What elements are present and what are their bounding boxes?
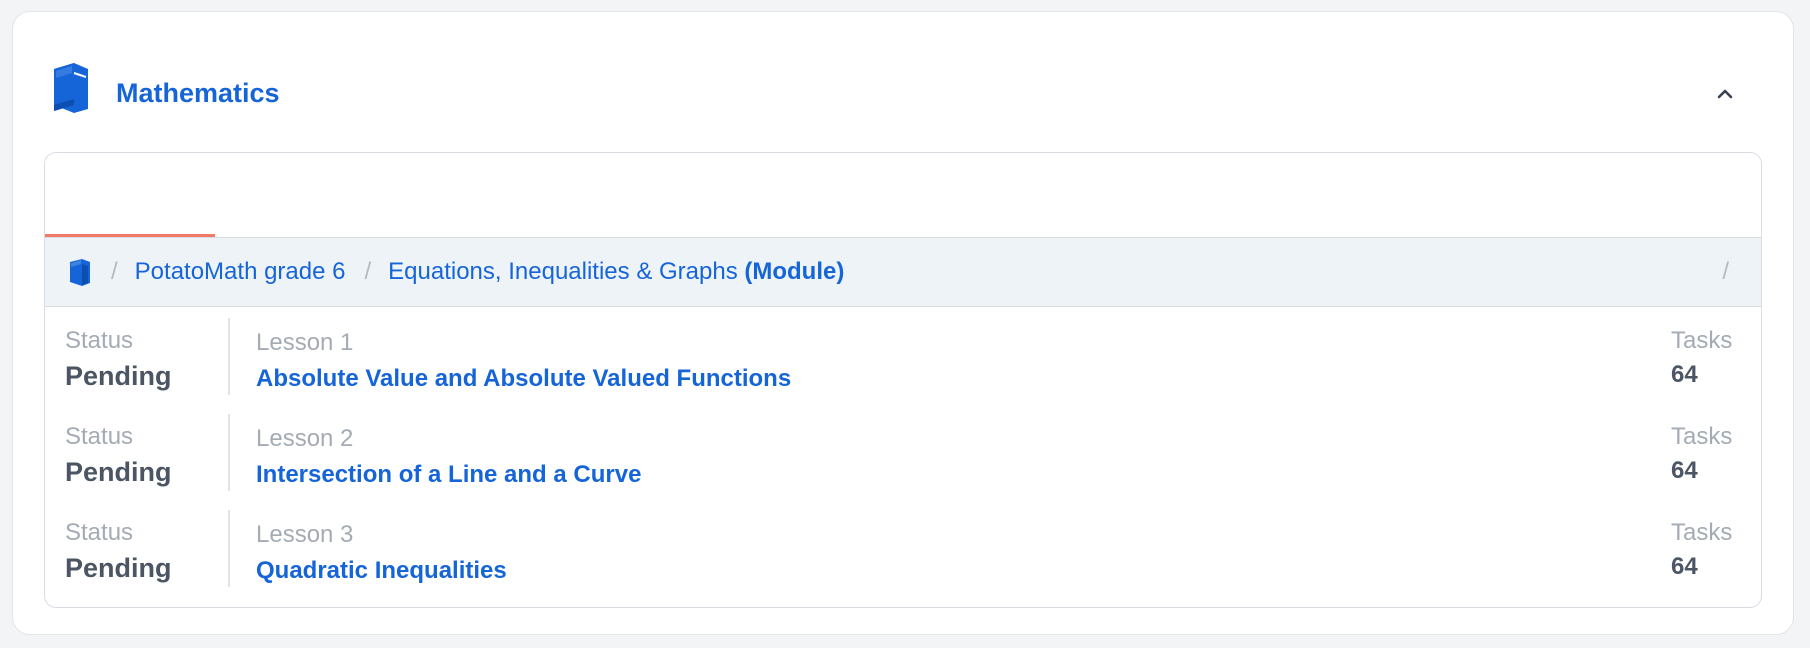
status-value: Pending <box>65 457 172 487</box>
lesson-title-link[interactable]: Absolute Value and Absolute Valued Funct… <box>256 363 791 395</box>
status-label: Status <box>65 327 134 354</box>
lesson-number: Lesson 3 <box>256 521 354 548</box>
status-label: Status <box>65 423 134 450</box>
lesson-row-1: Status Pending Lesson 1 Absolute Value a… <box>45 307 1761 403</box>
tasks-count: 64 <box>1671 361 1698 388</box>
module-type: (Module) <box>744 258 845 285</box>
lesson-row-2: Status Pending Lesson 2 Intersection of … <box>45 403 1761 499</box>
breadcrumb-module-link[interactable]: Equations, Inequalities & Graphs (Module… <box>388 258 844 286</box>
tab-strip <box>45 153 1761 237</box>
breadcrumb-course-link[interactable]: PotatoMath grade 6 <box>135 258 346 286</box>
lesson-title-link[interactable]: Quadratic Inequalities <box>256 555 507 587</box>
tasks-count: 64 <box>1671 457 1698 484</box>
subject-card: Mathematics / PotatoMath grade 6 / Equat… <box>12 11 1794 635</box>
status-label: Status <box>65 519 134 546</box>
lesson-status: Status Pending <box>65 519 172 585</box>
lesson-info: Lesson 1 Absolute Value and Absolute Val… <box>256 329 791 395</box>
subject-title[interactable]: Mathematics <box>116 78 280 109</box>
breadcrumb: / PotatoMath grade 6 / Equations, Inequa… <box>45 237 1761 307</box>
collapse-button[interactable] <box>1709 78 1741 110</box>
breadcrumb-trailing-separator: / <box>1722 258 1729 285</box>
lesson-number: Lesson 1 <box>256 329 354 356</box>
breadcrumb-separator: / <box>111 258 118 285</box>
status-value: Pending <box>65 553 172 583</box>
lesson-tasks: Tasks 64 <box>1671 519 1741 583</box>
status-value: Pending <box>65 361 172 391</box>
lesson-list: Status Pending Lesson 1 Absolute Value a… <box>45 307 1761 595</box>
lesson-tasks: Tasks 64 <box>1671 327 1741 391</box>
chevron-up-icon <box>1717 89 1733 99</box>
lesson-info: Lesson 2 Intersection of a Line and a Cu… <box>256 425 641 491</box>
row-divider <box>228 318 230 395</box>
lesson-title-link[interactable]: Intersection of a Line and a Curve <box>256 459 641 491</box>
tasks-label: Tasks <box>1671 519 1733 546</box>
row-divider <box>228 510 230 587</box>
course-panel: / PotatoMath grade 6 / Equations, Inequa… <box>44 152 1762 608</box>
breadcrumb-separator: / <box>364 258 372 285</box>
lesson-info: Lesson 3 Quadratic Inequalities <box>256 521 507 587</box>
lesson-status: Status Pending <box>65 327 172 393</box>
tasks-label: Tasks <box>1671 423 1733 450</box>
module-name: Equations, Inequalities & Graphs <box>388 258 738 285</box>
lesson-row-3: Status Pending Lesson 3 Quadratic Inequa… <box>45 499 1761 595</box>
tasks-count: 64 <box>1671 553 1698 580</box>
breadcrumb-home-book-icon[interactable] <box>68 258 92 286</box>
row-divider <box>228 414 230 491</box>
lesson-tasks: Tasks 64 <box>1671 423 1741 487</box>
subject-header[interactable]: Mathematics <box>13 12 1793 162</box>
book-icon <box>50 61 92 113</box>
tasks-label: Tasks <box>1671 327 1733 354</box>
lesson-status: Status Pending <box>65 423 172 489</box>
lesson-number: Lesson 2 <box>256 425 354 452</box>
